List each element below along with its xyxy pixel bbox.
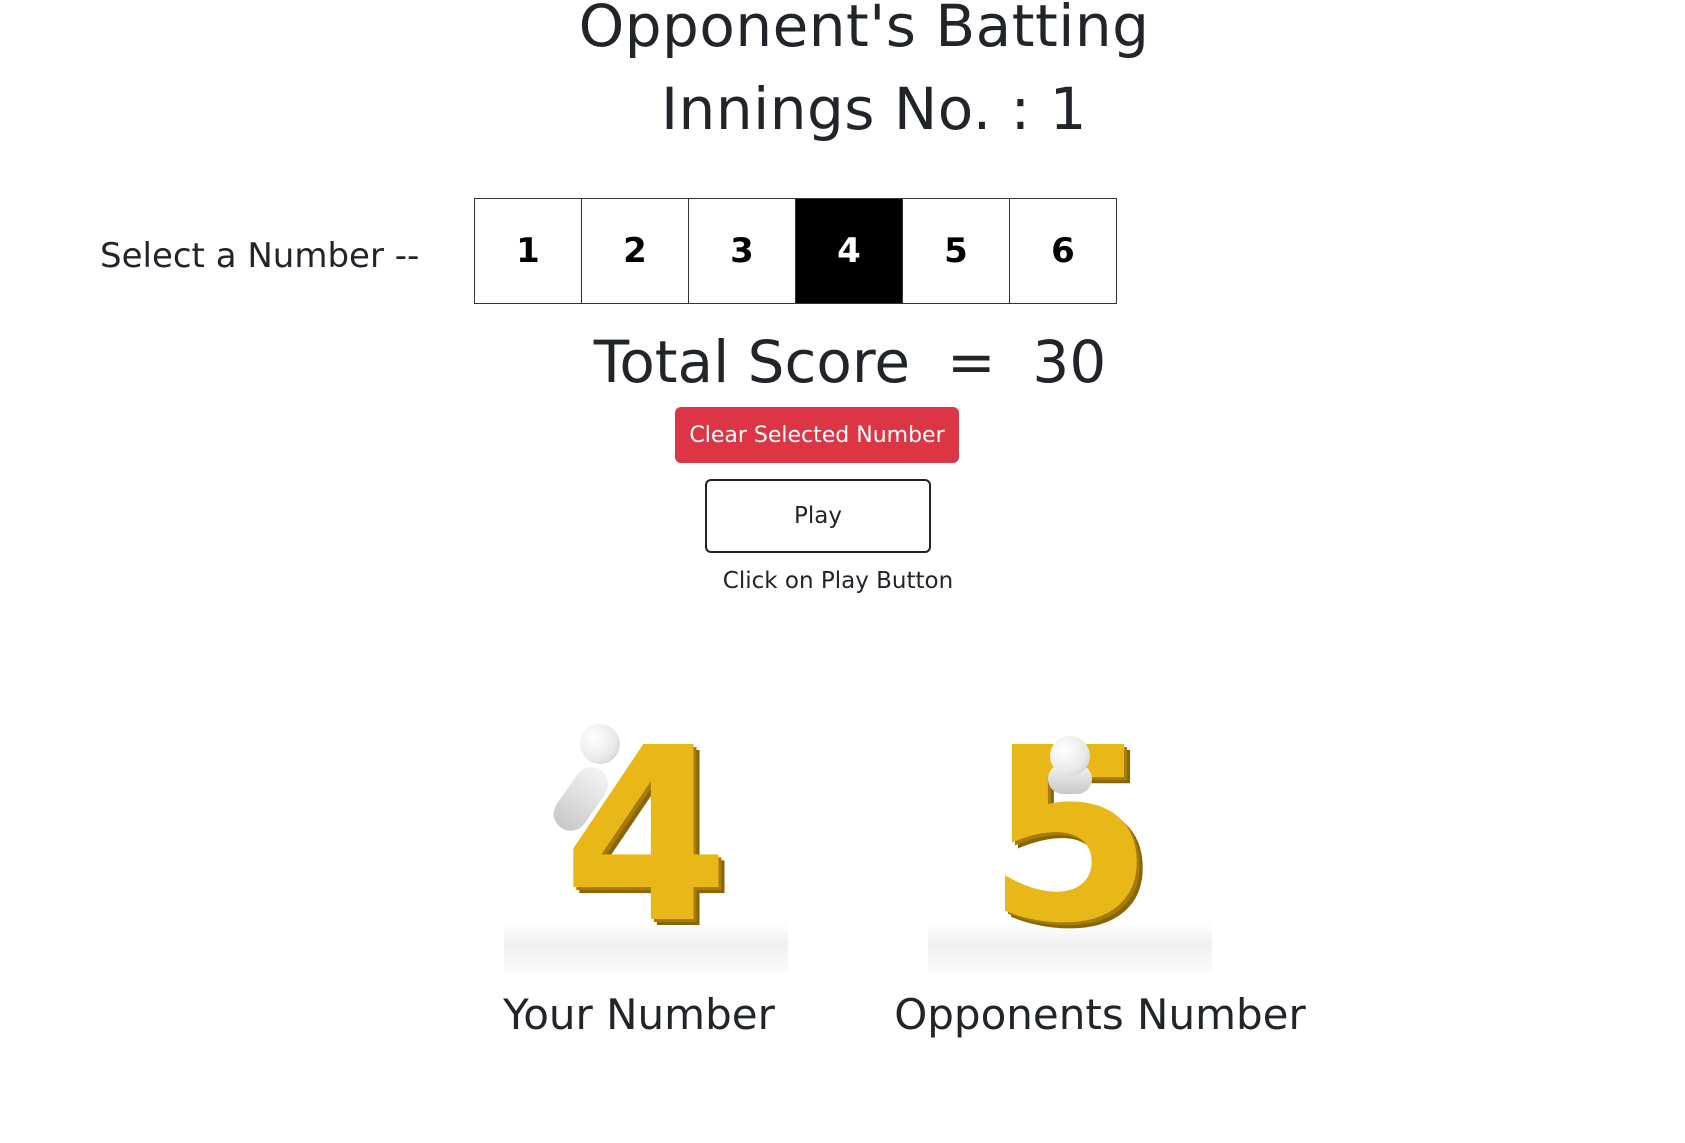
climbing-figure-head bbox=[580, 724, 620, 764]
clear-selected-number-button[interactable]: Clear Selected Number bbox=[675, 407, 959, 463]
number-selector: 1 2 3 4 5 6 bbox=[474, 198, 1117, 304]
number-option-4[interactable]: 4 bbox=[795, 198, 903, 304]
number-option-2[interactable]: 2 bbox=[581, 198, 689, 304]
opponent-number-caption: Opponents Number bbox=[894, 990, 1306, 1039]
your-number-image: 4 bbox=[494, 716, 798, 972]
innings-number: Innings No. : 1 bbox=[660, 75, 1088, 143]
play-button[interactable]: Play bbox=[705, 479, 931, 553]
number-option-5[interactable]: 5 bbox=[902, 198, 1010, 304]
total-score: Total Score = 30 bbox=[593, 328, 1107, 396]
your-number-digit: 4 bbox=[562, 696, 730, 976]
number-option-3[interactable]: 3 bbox=[688, 198, 796, 304]
peeking-figure-head bbox=[1050, 736, 1090, 776]
opponent-number-image: 5 bbox=[918, 716, 1222, 972]
number-option-6[interactable]: 6 bbox=[1009, 198, 1117, 304]
play-hint: Click on Play Button bbox=[722, 568, 954, 594]
your-number-caption: Your Number bbox=[503, 990, 775, 1039]
page-title: Opponent's Batting bbox=[578, 0, 1150, 60]
number-option-1[interactable]: 1 bbox=[474, 198, 582, 304]
select-number-label: Select a Number -- bbox=[100, 236, 420, 276]
